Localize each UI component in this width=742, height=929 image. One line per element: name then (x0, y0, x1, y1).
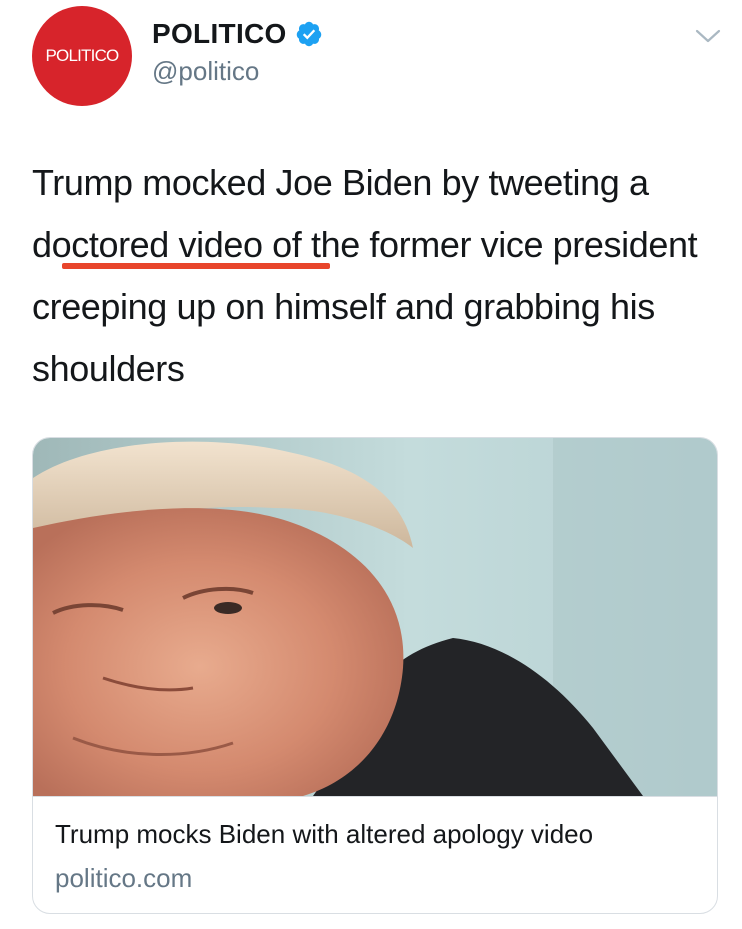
link-card[interactable]: Trump mocks Biden with altered apology v… (32, 437, 718, 914)
author-info[interactable]: POLITICO @politico (152, 18, 323, 87)
highlight-underline (62, 263, 330, 269)
avatar[interactable]: POLITICO (32, 6, 132, 106)
author-handle[interactable]: @politico (152, 56, 323, 87)
trump-photo (33, 438, 717, 796)
avatar-logo-text: POLITICO (45, 46, 120, 65)
tweet: POLITICO POLITICO @politico Trump mocked… (0, 0, 742, 929)
author-name[interactable]: POLITICO (152, 18, 287, 50)
card-body: Trump mocks Biden with altered apology v… (33, 796, 717, 913)
card-title[interactable]: Trump mocks Biden with altered apology v… (55, 819, 593, 850)
tweet-text-highlight: doctored video (32, 224, 263, 265)
verified-badge-icon (296, 21, 321, 47)
card-domain[interactable]: politico.com (55, 863, 192, 894)
tweet-text-before: Trump mocked Joe Biden by tweeting a (32, 162, 649, 203)
chevron-down-icon[interactable] (693, 26, 723, 46)
tweet-text: Trump mocked Joe Biden by tweeting a doc… (32, 152, 722, 400)
name-row: POLITICO (152, 18, 323, 50)
